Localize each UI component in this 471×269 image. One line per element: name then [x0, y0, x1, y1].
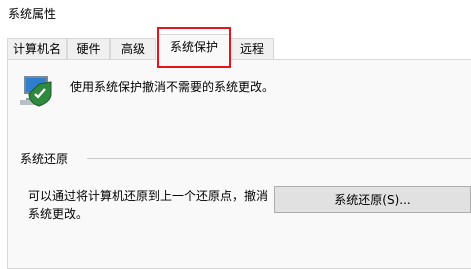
tab-computer-name[interactable]: 计算机名	[7, 38, 67, 59]
tab-strip: 计算机名 硬件 高级 系统保护 远程	[0, 28, 471, 60]
protection-description: 使用系统保护撤消不需要的系统更改。	[70, 80, 275, 94]
tab-hardware[interactable]: 硬件	[67, 38, 110, 59]
system-restore-button[interactable]: 系统还原(S)...	[274, 186, 471, 213]
system-restore-description: 可以通过将计算机还原到上一个还原点，撤消系统更改。	[28, 189, 269, 221]
tab-advanced[interactable]: 高级	[110, 38, 156, 59]
computer-protection-icon	[17, 73, 55, 109]
section-divider	[87, 158, 471, 159]
window-title: 系统属性	[8, 7, 57, 21]
title-bar: 系统属性	[0, 0, 471, 28]
tab-remote[interactable]: 远程	[230, 38, 274, 59]
system-restore-heading: 系统还原	[20, 152, 69, 166]
tab-highlight-box	[157, 27, 231, 68]
